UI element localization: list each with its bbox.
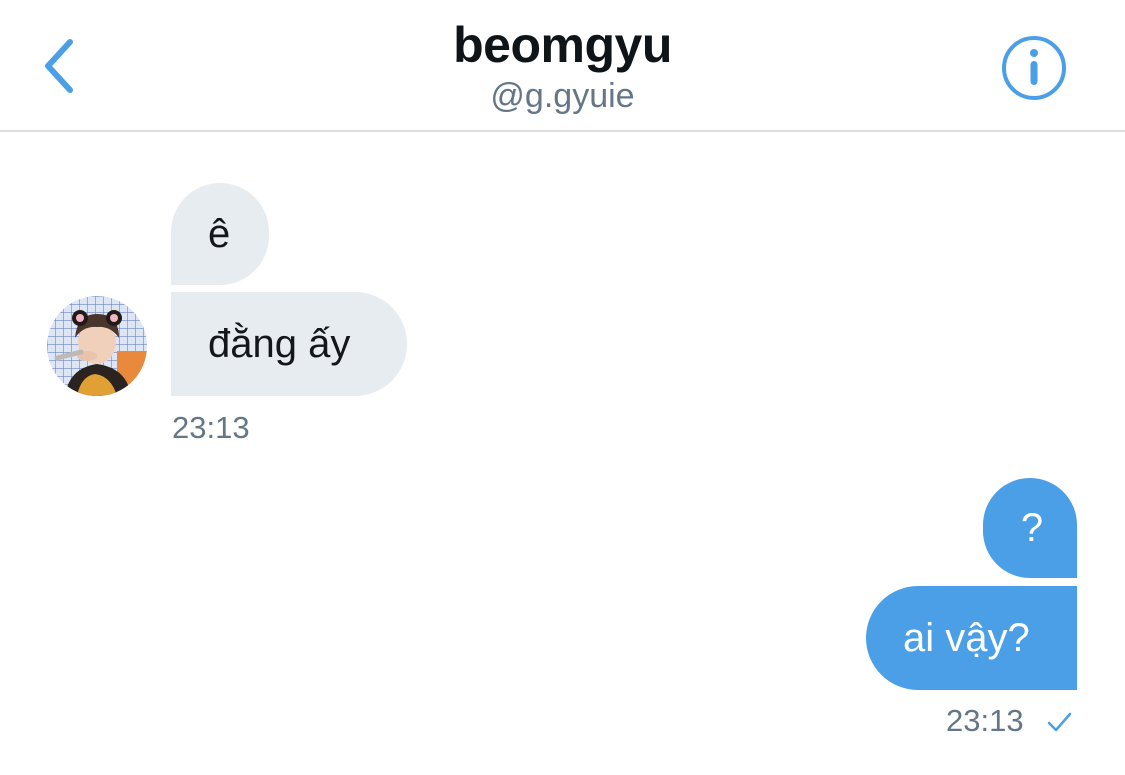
read-check-icon xyxy=(1047,712,1072,732)
incoming-message-bubble[interactable]: đằng ấy xyxy=(171,292,407,396)
profile-photo xyxy=(47,296,147,396)
conversation-handle: @g.gyuie xyxy=(490,77,635,115)
avatar[interactable] xyxy=(47,296,147,396)
incoming-message-bubble[interactable]: ê xyxy=(171,183,269,285)
message-text: đằng ấy xyxy=(208,321,351,366)
conversation-header: beomgyu @g.gyuie xyxy=(0,0,1125,132)
message-timestamp: 23:13 xyxy=(172,410,250,445)
conversation-title: beomgyu xyxy=(453,17,672,73)
outgoing-message-bubble[interactable]: ? xyxy=(983,478,1077,578)
message-text: ai vậy? xyxy=(903,615,1030,660)
info-button[interactable] xyxy=(1000,34,1068,102)
conversation-title-block[interactable]: beomgyu @g.gyuie xyxy=(0,14,1125,116)
message-timestamp: 23:13 xyxy=(946,703,1024,738)
info-icon xyxy=(1002,36,1066,100)
message-text: ? xyxy=(1020,505,1044,550)
message-text: ê xyxy=(208,211,231,256)
outgoing-message-bubble[interactable]: ai vậy? xyxy=(866,586,1077,690)
